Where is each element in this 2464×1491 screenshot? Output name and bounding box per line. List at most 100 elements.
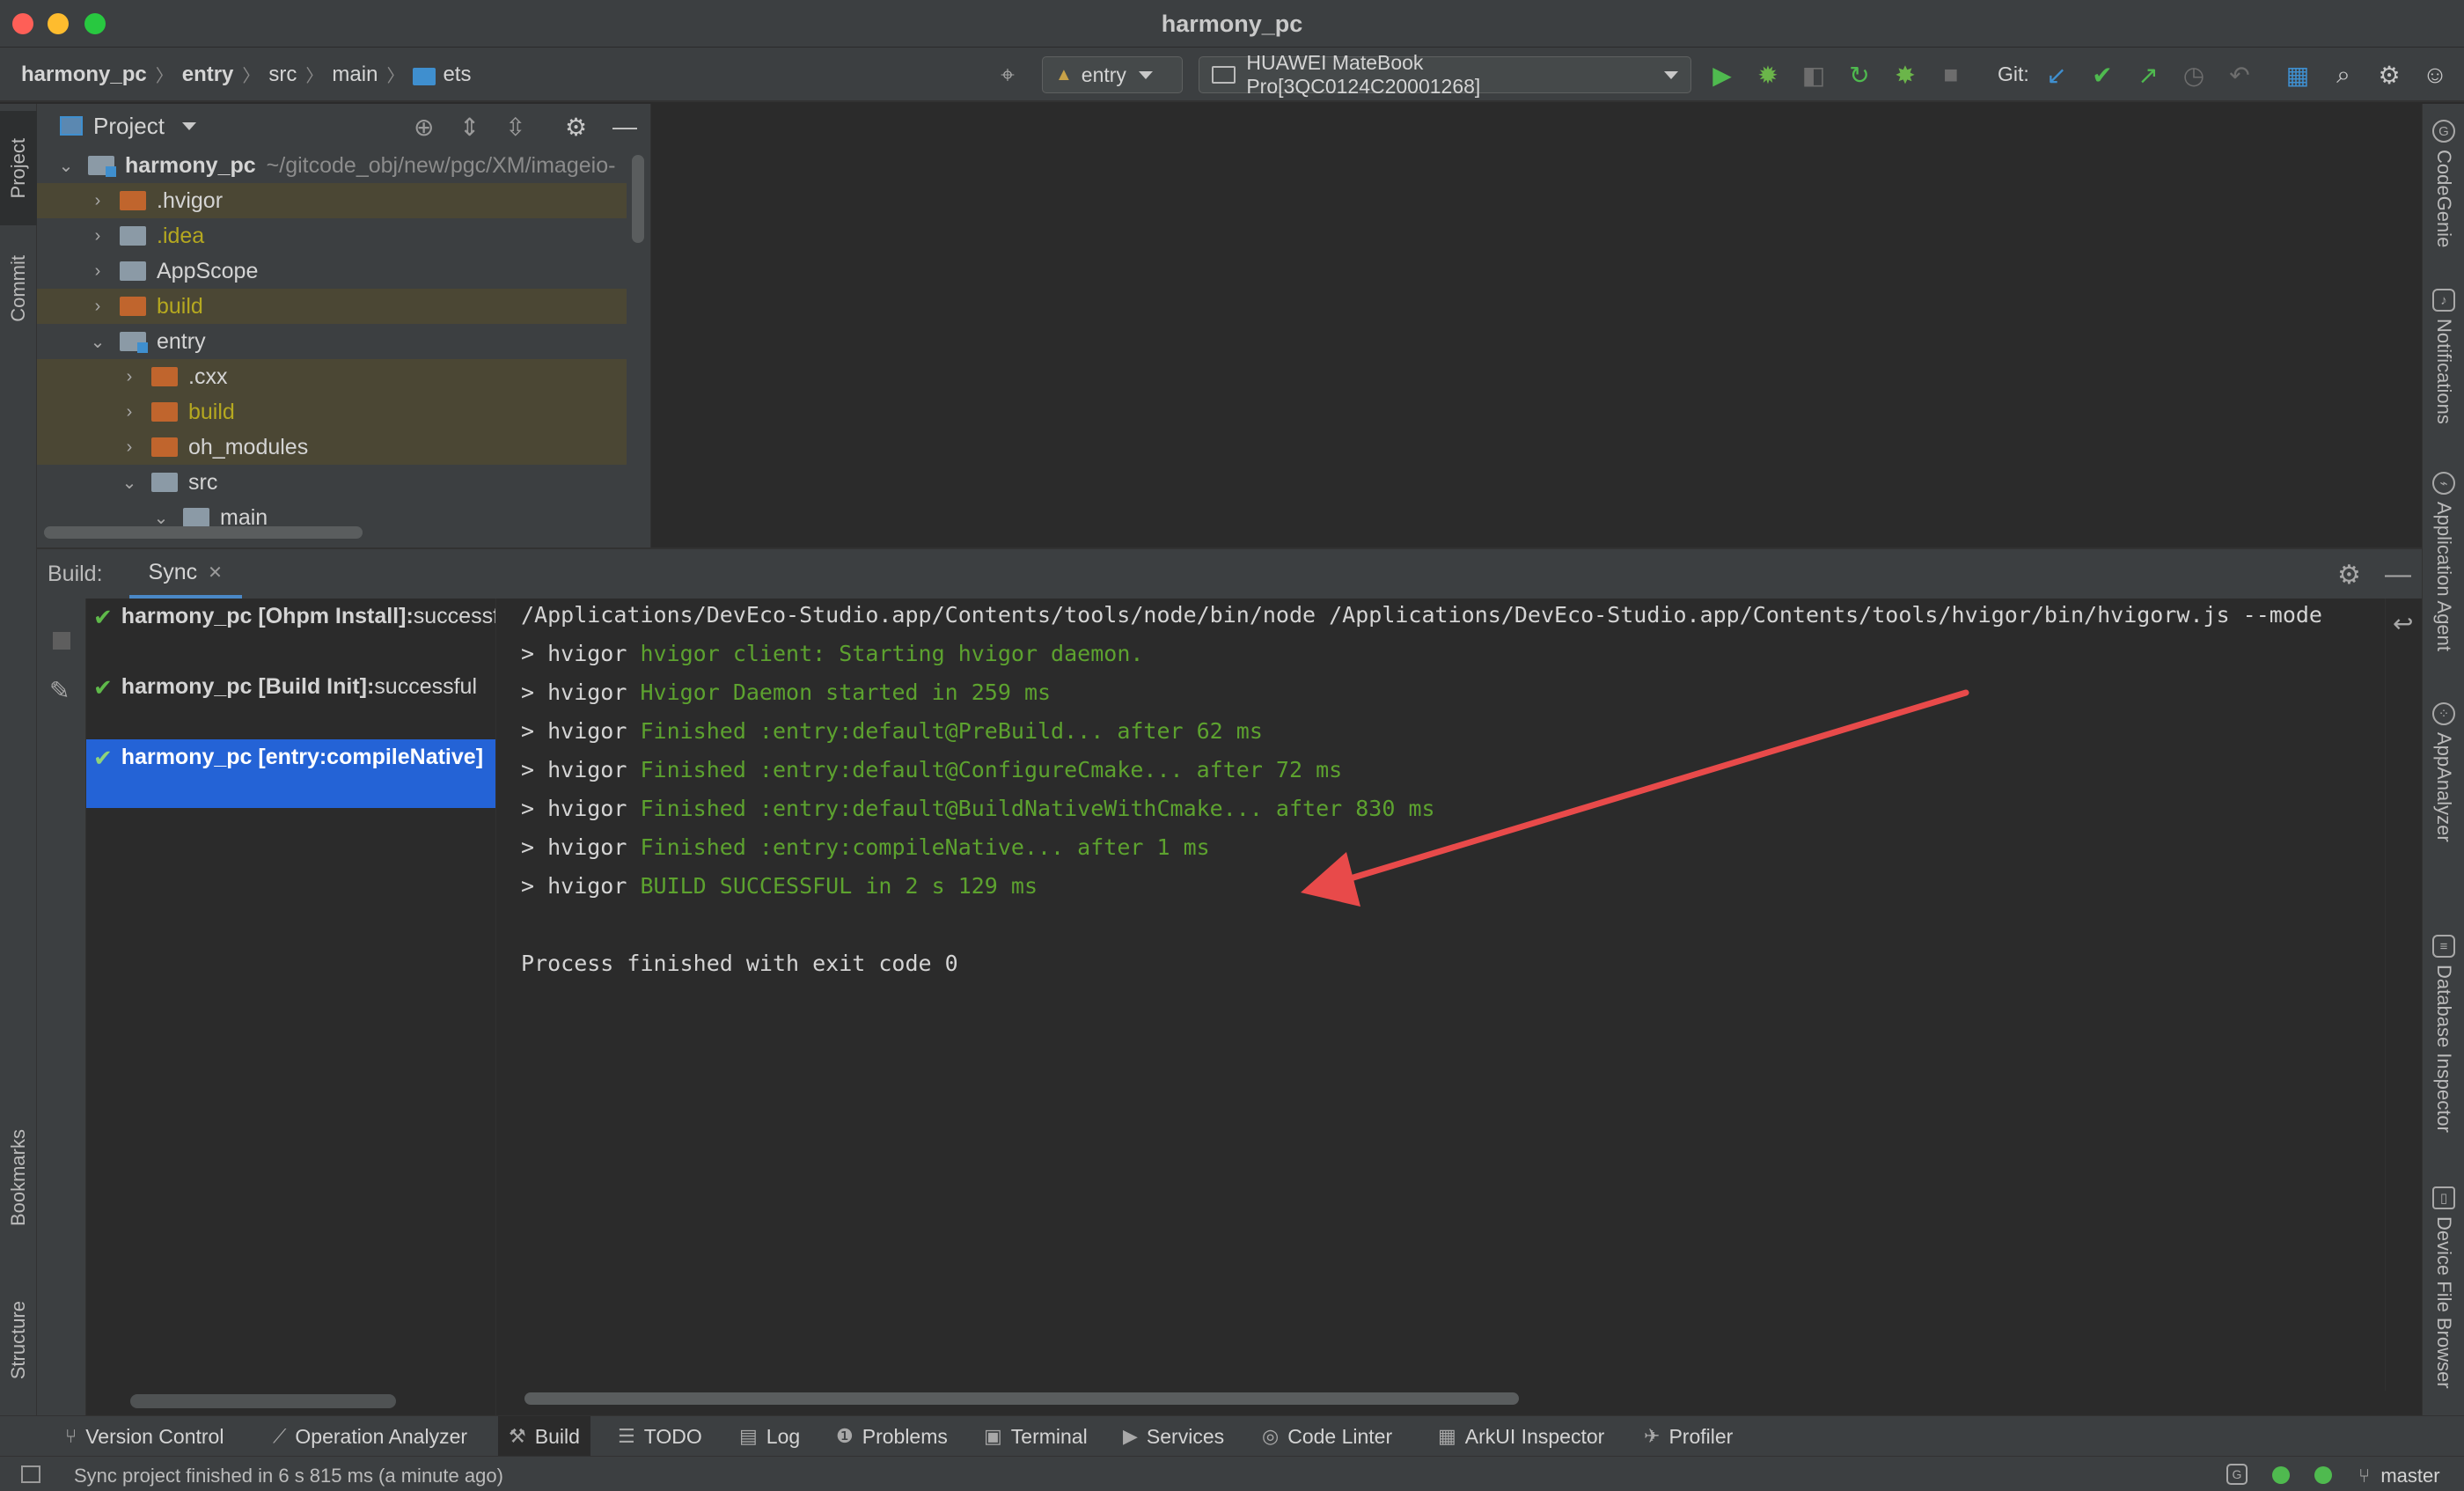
bottom-tab-log[interactable]: ▤ Log <box>729 1416 810 1457</box>
tree-item[interactable]: › .hvigor <box>37 183 627 218</box>
bottom-tab-code-linter[interactable]: ◎ Code Linter <box>1251 1416 1403 1457</box>
log-icon: ▤ <box>739 1425 758 1447</box>
git-commit-icon[interactable]: ✔ <box>2087 60 2117 90</box>
close-icon[interactable]: ✕ <box>208 562 223 584</box>
run-icon[interactable]: ▶ <box>1707 60 1737 90</box>
hide-panel-icon[interactable]: — <box>2385 560 2411 590</box>
branch-icon: ⑂ <box>65 1425 77 1447</box>
breadcrumb-item-ets[interactable]: ets <box>443 62 471 87</box>
console-horizontal-scrollbar[interactable] <box>524 1392 1519 1405</box>
left-tool-strip: Project Commit Bookmarks Structure <box>0 104 37 1415</box>
bottom-tab-profiler[interactable]: ✈ Profiler <box>1633 1416 1743 1457</box>
soft-wrap-icon[interactable]: ↩ <box>2393 609 2413 638</box>
tree-item[interactable]: ⌄ entry <box>37 324 627 359</box>
bottom-tab-arkui-inspector[interactable]: ▦ ArkUI Inspector <box>1427 1416 1615 1457</box>
toggle-tool-windows-icon[interactable] <box>21 1465 40 1483</box>
search-icon[interactable]: ⌕ <box>2328 60 2358 90</box>
git-update-icon[interactable]: ↙ <box>2042 60 2072 90</box>
pin-icon[interactable]: ✎ <box>49 676 70 705</box>
bottom-tab-services[interactable]: ▶ Services <box>1112 1416 1235 1457</box>
tool-tab-structure[interactable]: Structure <box>0 1274 37 1407</box>
settings-icon[interactable]: ⚙ <box>2374 60 2404 90</box>
device-select[interactable]: HUAWEI MateBook Pro[3QC0124C20001268] <box>1199 51 1691 98</box>
bottom-tab-operation-analyzer[interactable]: ⟋ Operation Analyzer <box>262 1416 478 1457</box>
chevron-down-icon[interactable]: ⌄ <box>120 472 139 494</box>
build-tree-item[interactable]: ✔ harmony_pc [entry:compileNative] <box>86 739 495 808</box>
editor-area[interactable] <box>651 104 2422 547</box>
tree-item[interactable]: › build <box>37 394 627 430</box>
tree-item[interactable]: › oh_modules <box>37 430 627 465</box>
chevron-down-icon[interactable]: ⌄ <box>56 155 76 177</box>
history-icon[interactable]: ◷ <box>2179 60 2209 90</box>
tree-item-label: build <box>188 399 235 424</box>
expand-all-icon[interactable]: ⇕ <box>459 113 480 142</box>
tool-tab-project[interactable]: Project <box>0 111 37 225</box>
chevron-right-icon[interactable]: › <box>88 191 107 211</box>
tool-tab-bookmarks[interactable]: Bookmarks <box>0 1107 37 1248</box>
project-horizontal-scrollbar[interactable] <box>44 526 363 539</box>
account-icon[interactable]: ☺ <box>2420 60 2450 90</box>
chevron-right-icon[interactable]: › <box>120 402 139 422</box>
rollback-icon[interactable]: ↶ <box>2225 60 2255 90</box>
tree-item[interactable]: › build <box>37 289 627 324</box>
breadcrumb-item-module[interactable]: entry <box>182 62 234 87</box>
debug-icon[interactable]: ✹ <box>1753 60 1783 90</box>
status-message[interactable]: Sync project finished in 6 s 815 ms (a m… <box>74 1465 503 1487</box>
chevron-right-icon[interactable]: › <box>120 367 139 387</box>
status-indicator-icon[interactable] <box>2314 1466 2332 1484</box>
breadcrumb-item-src[interactable]: src <box>268 62 297 87</box>
bottom-tab-problems[interactable]: ❶ Problems <box>825 1416 958 1457</box>
rerun-icon[interactable]: ↻ <box>1844 60 1874 90</box>
project-vertical-scrollbar[interactable] <box>632 155 644 243</box>
chevron-down-icon[interactable]: ⌄ <box>88 331 107 353</box>
collapse-all-icon[interactable]: ⇳ <box>505 113 525 142</box>
codegenie-status-icon[interactable]: G <box>2226 1464 2248 1485</box>
chevron-right-icon[interactable]: › <box>88 261 107 282</box>
settings-icon[interactable]: ⚙ <box>565 113 587 142</box>
project-structure-icon[interactable]: ▦ <box>2283 60 2313 90</box>
breadcrumb-item-main[interactable]: main <box>332 62 378 87</box>
tool-tab-codegenie[interactable]: G CodeGenie <box>2423 120 2464 247</box>
tree-item[interactable]: › .idea <box>37 218 627 253</box>
tree-item[interactable]: ⌄ harmony_pc ~/gitcode_obj/new/pgc/XM/imag… <box>37 148 627 183</box>
git-push-icon[interactable]: ↗ <box>2133 60 2163 90</box>
tree-item[interactable]: › AppScope <box>37 253 627 289</box>
build-console-output[interactable]: /Applications/DevEco-Studio.app/Contents… <box>496 599 2385 1391</box>
git-branch[interactable]: ⑂ master <box>2358 1465 2440 1487</box>
stop-build-icon[interactable] <box>53 632 70 650</box>
tab-sync[interactable]: Sync ✕ <box>128 549 242 599</box>
build-tree-item[interactable]: ✔ harmony_pc [Build Init]: successful <box>86 669 495 738</box>
locate-icon[interactable]: ⊕ <box>414 113 434 142</box>
bottom-tab-terminal[interactable]: ▣ Terminal <box>973 1416 1098 1457</box>
locate-icon[interactable]: ⌖ <box>993 60 1023 90</box>
bottom-tab-version-control[interactable]: ⑂ Version Control <box>55 1416 234 1457</box>
console-line: > hvigor BUILD SUCCESSFUL in 2 s 129 ms <box>521 873 1038 899</box>
chevron-down-icon[interactable]: ⌄ <box>151 507 171 529</box>
module-select[interactable]: ▲ entry <box>1042 56 1183 93</box>
bottom-tab-build[interactable]: ⚒ Build <box>498 1416 590 1457</box>
build-tree-horizontal-scrollbar[interactable] <box>130 1394 396 1408</box>
bottom-tab-todo[interactable]: ☰ TODO <box>607 1416 713 1457</box>
console-line-text: hvigor client: Starting hvigor daemon. <box>640 641 1144 666</box>
hide-panel-icon[interactable]: — <box>612 113 637 141</box>
breadcrumb-item-project[interactable]: harmony_pc <box>21 62 147 87</box>
attach-debugger-icon[interactable]: ◧ <box>1799 60 1829 90</box>
chevron-down-icon[interactable] <box>181 121 196 130</box>
tool-tab-application-agent[interactable]: ⌁ Application Agent <box>2423 472 2464 651</box>
tool-tab-appanalyzer[interactable]: ⁘ AppAnalyzer <box>2423 702 2464 842</box>
tool-tab-device-file-browser[interactable]: ▯ Device File Browser <box>2423 1186 2464 1389</box>
chevron-right-icon[interactable]: › <box>88 297 107 317</box>
chevron-right-icon[interactable]: › <box>88 226 107 246</box>
settings-icon[interactable]: ⚙ <box>2337 560 2361 591</box>
project-panel-title[interactable]: Project <box>93 113 165 140</box>
tree-item[interactable]: › .cxx <box>37 359 627 394</box>
stop-icon[interactable]: ■ <box>1936 60 1966 90</box>
tool-tab-notifications[interactable]: ♪ Notifications <box>2423 289 2464 424</box>
tool-tab-commit[interactable]: Commit <box>0 236 37 342</box>
tree-item[interactable]: ⌄ src <box>37 465 627 500</box>
apply-changes-icon[interactable]: ✸ <box>1890 60 1920 90</box>
tool-tab-database-inspector[interactable]: ≡ Database Inspector <box>2423 935 2464 1133</box>
chevron-right-icon[interactable]: › <box>120 437 139 458</box>
status-indicator-icon[interactable] <box>2272 1466 2290 1484</box>
build-tree-item[interactable]: ✔ harmony_pc [Ohpm Install]: successful <box>86 599 495 667</box>
